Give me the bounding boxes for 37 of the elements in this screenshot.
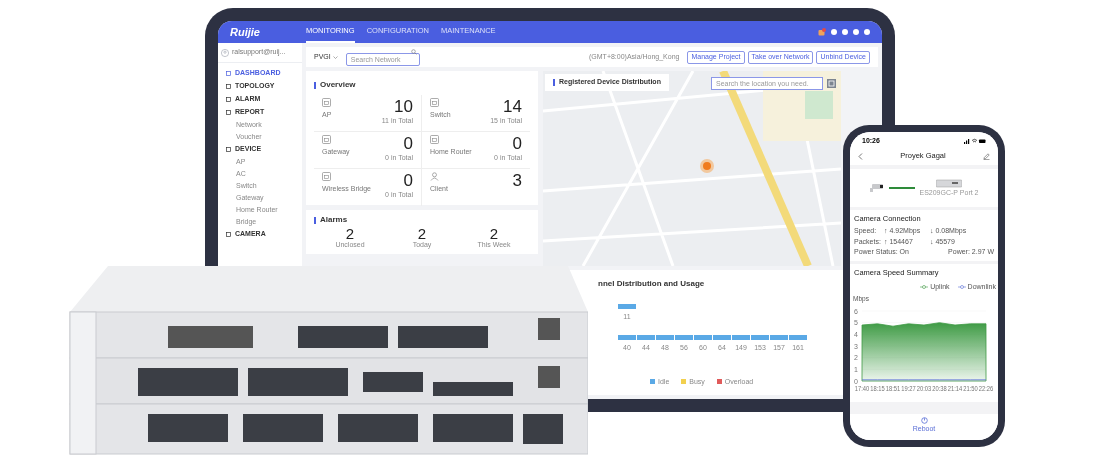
- tile-count: 3: [512, 172, 522, 190]
- card-title: nnel Distribution and Usage: [598, 278, 706, 290]
- circle-icon: [864, 29, 870, 35]
- user-icon: [221, 48, 229, 57]
- chevron-left-icon[interactable]: [858, 152, 863, 160]
- person-icon: [430, 172, 439, 181]
- circle-icon: [831, 29, 837, 35]
- chevron-down-icon: [332, 55, 338, 59]
- alarm-count: 2: [345, 226, 355, 241]
- status-icons: [964, 138, 986, 144]
- tile-count: 10: [394, 98, 413, 116]
- tile-count: 0: [403, 172, 413, 190]
- search-icon: [410, 48, 417, 55]
- channel-bar: [618, 304, 636, 309]
- card-title: Alarms: [320, 214, 348, 226]
- notification-icon: [818, 28, 826, 36]
- device-marker-icon[interactable]: [700, 159, 714, 173]
- pencil-icon[interactable]: [983, 152, 990, 160]
- device-icon: [430, 98, 439, 107]
- card-title: Overview: [320, 79, 356, 91]
- tile-count: 14: [503, 98, 522, 116]
- tile-count: 0: [512, 135, 522, 153]
- device-icon: [430, 135, 439, 144]
- switch-icon: [936, 177, 962, 188]
- connection-line: [889, 187, 916, 189]
- device-icon: [322, 98, 331, 107]
- power-icon: [920, 417, 928, 424]
- camera-icon: [869, 183, 886, 193]
- logo: Ruijie: [230, 24, 261, 40]
- fullscreen-icon[interactable]: [827, 79, 836, 88]
- device-icon: [322, 135, 331, 144]
- circle-icon: [853, 29, 859, 35]
- tile-count: 0: [403, 135, 413, 153]
- alarm-count: 2: [489, 226, 499, 241]
- alarm-count: 2: [417, 226, 427, 241]
- circle-icon: [842, 29, 848, 35]
- device-icon: [322, 172, 331, 181]
